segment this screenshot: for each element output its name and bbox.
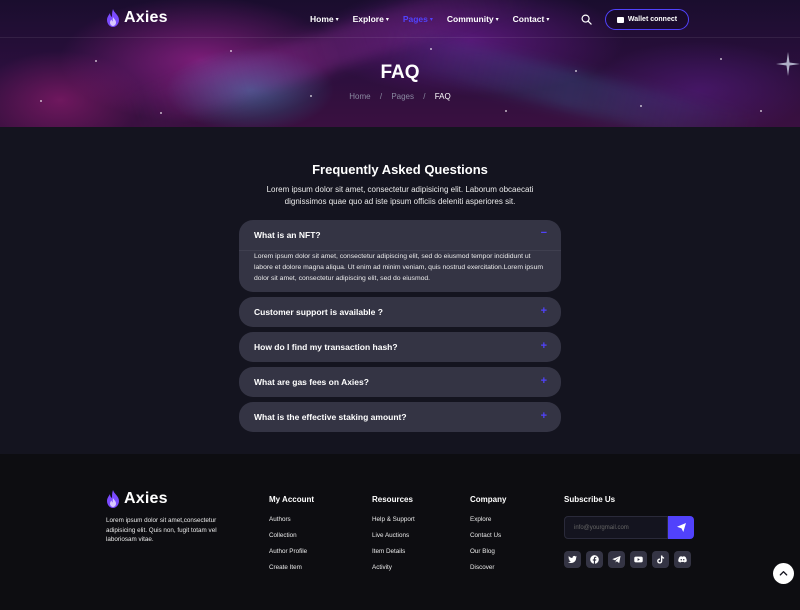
top-navbar: Axies Home ▾ Explore ▾ Pages ▾ Community…: [0, 0, 800, 38]
menu-item-home[interactable]: Home ▾: [310, 14, 339, 24]
menu-item-label: Explore: [352, 14, 384, 24]
footer-link[interactable]: Contact Us: [470, 532, 506, 548]
wallet-icon: [616, 16, 624, 23]
breadcrumb: Home / Pages / FAQ: [0, 92, 800, 101]
breadcrumb-current: FAQ: [434, 92, 451, 101]
expand-icon[interactable]: +: [541, 340, 547, 352]
facebook-icon[interactable]: [586, 551, 603, 568]
faq-item-customer-support[interactable]: Customer support is available ? +: [239, 297, 561, 327]
chevron-down-icon: ▾: [546, 16, 550, 23]
subscribe-email-input[interactable]: info@yourgmail.com: [564, 516, 668, 539]
footer-column-resources: Resources Help & Support Live Auctions I…: [372, 495, 415, 580]
youtube-icon[interactable]: [630, 551, 647, 568]
chevron-down-icon: ▾: [495, 16, 499, 23]
expand-icon[interactable]: +: [541, 305, 547, 317]
footer-link[interactable]: Activity: [372, 564, 415, 580]
faq-question: Customer support is available ?: [254, 307, 383, 317]
twitter-icon[interactable]: [564, 551, 581, 568]
brand-name: Axies: [124, 9, 168, 26]
chevron-down-icon: ▾: [385, 16, 389, 23]
social-links: [564, 551, 691, 568]
breadcrumb-home[interactable]: Home: [349, 92, 370, 101]
footer-link[interactable]: Our Blog: [470, 548, 506, 564]
faq-answer: Lorem ipsum dolor sit amet, consectetur …: [254, 253, 544, 282]
faq-heading: Frequently Asked Questions: [312, 162, 488, 177]
footer-link[interactable]: Collection: [269, 532, 314, 548]
faq-question: What are gas fees on Axies?: [254, 377, 369, 387]
breadcrumb-separator: /: [379, 92, 383, 101]
menu-item-explore[interactable]: Explore ▾: [353, 14, 389, 24]
main-menu: Home ▾ Explore ▾ Pages ▾ Community ▾ Con…: [310, 14, 563, 24]
faq-question: What is an NFT?: [254, 230, 321, 240]
footer-link[interactable]: Authors: [269, 516, 314, 532]
footer-column-title: My Account: [269, 495, 315, 504]
page-hero: Axies Home ▾ Explore ▾ Pages ▾ Community…: [0, 0, 800, 127]
discord-icon[interactable]: [674, 551, 691, 568]
footer-subscribe: Subscribe Us: [564, 495, 615, 516]
faq-item-what-is-nft[interactable]: What is an NFT? − Lorem ipsum dolor sit …: [239, 220, 561, 292]
footer-brand-name: Axies: [124, 490, 168, 507]
footer-column-title: Resources: [372, 495, 413, 504]
search-icon[interactable]: [581, 14, 592, 25]
menu-item-label: Pages: [402, 14, 428, 24]
collapse-icon[interactable]: −: [541, 227, 547, 239]
wallet-connect-button[interactable]: Wallet connect: [605, 9, 689, 30]
faq-question: What is the effective staking amount?: [254, 412, 407, 422]
menu-item-label: Home: [310, 14, 334, 24]
footer-link[interactable]: Author Profile: [269, 548, 314, 564]
tiktok-icon[interactable]: [652, 551, 669, 568]
expand-icon[interactable]: +: [541, 375, 547, 387]
menu-item-label: Community: [446, 14, 494, 24]
faq-item-transaction-hash[interactable]: How do I find my transaction hash? +: [239, 332, 561, 362]
footer-link[interactable]: Item Details: [372, 548, 415, 564]
brand-logo[interactable]: Axies: [106, 9, 168, 27]
footer-link[interactable]: Live Auctions: [372, 532, 415, 548]
menu-item-contact[interactable]: Contact ▾: [513, 14, 550, 24]
chevron-down-icon: ▾: [429, 16, 433, 23]
telegram-icon[interactable]: [608, 551, 625, 568]
faq-description: Lorem ipsum dolor sit amet, consectetur …: [266, 185, 534, 206]
footer-column-company: Company Explore Contact Us Our Blog Disc…: [470, 495, 506, 580]
menu-item-community[interactable]: Community ▾: [447, 14, 499, 24]
menu-item-label: Contact: [512, 14, 545, 24]
flame-logo-icon: [107, 490, 119, 508]
flame-logo-icon: [107, 9, 119, 27]
faq-item-gas-fees[interactable]: What are gas fees on Axies? +: [239, 367, 561, 397]
menu-item-pages[interactable]: Pages ▾: [403, 14, 433, 24]
subscribe-title: Subscribe Us: [564, 495, 616, 504]
footer-link[interactable]: Create Item: [269, 564, 314, 580]
footer-link[interactable]: Explore: [470, 516, 506, 532]
wallet-connect-label: Wallet connect: [627, 16, 678, 23]
expand-icon[interactable]: +: [541, 410, 547, 422]
send-icon: [676, 523, 686, 532]
subscribe-submit-button[interactable]: [668, 516, 694, 539]
faq-item-staking-amount[interactable]: What is the effective staking amount? +: [239, 402, 561, 432]
scroll-to-top-button[interactable]: [773, 563, 794, 584]
footer-link[interactable]: Help & Support: [372, 516, 415, 532]
footer-brand-logo[interactable]: Axies: [106, 490, 168, 508]
footer-column-title: Company: [470, 495, 507, 504]
chevron-down-icon: ▾: [335, 16, 339, 23]
footer-about-text: Lorem ipsum dolor sit amet,consectetur a…: [106, 517, 217, 543]
breadcrumb-separator: /: [423, 92, 426, 101]
page-title: FAQ: [380, 62, 420, 83]
breadcrumb-pages[interactable]: Pages: [391, 92, 414, 101]
footer-link[interactable]: Discover: [470, 564, 506, 580]
faq-question: How do I find my transaction hash?: [254, 342, 398, 352]
chevron-up-icon: [779, 571, 788, 576]
footer-column-my-account: My Account Authors Collection Author Pro…: [269, 495, 314, 580]
